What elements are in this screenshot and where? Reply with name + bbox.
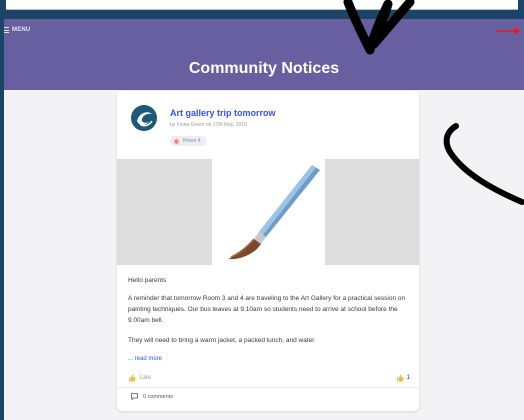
read-more-link[interactable]: ... read more [128,356,162,362]
scribble-annotation [343,0,415,55]
notice-card: Art gallery trip tomorrow by Fiona Green… [117,91,419,411]
school-logo-icon [131,105,157,131]
paintbrush-image [228,165,320,260]
post-image[interactable] [117,159,419,265]
like-button[interactable]: Like [128,374,151,382]
room-tag[interactable]: Room 4 [170,136,207,146]
scribble-annotation [443,123,524,205]
tag-label: Room 4 [183,138,201,144]
like-count: 1 [396,374,410,382]
comments-button[interactable]: 0 comments [131,393,173,400]
tag-icon [173,137,180,145]
menu-label: MENU [12,27,31,33]
like-row: Like 1 [128,374,410,382]
comments-label: 0 comments [143,393,173,400]
red-arrow-icon [495,27,521,35]
post-meta: by Fiona Green on 17th May, 2019 [170,122,247,128]
top-strip [6,0,518,10]
like-count-value: 1 [406,375,410,381]
app-window: MENU Community Notices Art gallery trip … [4,19,524,420]
divider [117,387,419,388]
comment-icon [131,393,138,400]
image-placeholder-left [117,159,212,265]
page-title: Community Notices [188,60,340,77]
hamburger-icon [4,27,9,33]
header: MENU Community Notices [4,19,524,90]
post-paragraph: They will need to bring a warm jacket, a… [128,337,315,344]
thumbs-up-icon [396,374,404,382]
post-title-link[interactable]: Art gallery trip tomorrow [170,108,276,118]
post-paragraph: A reminder that tomorrow Room 3 and 4 ar… [128,295,406,324]
thumbs-up-icon [129,374,136,382]
menu-button[interactable]: MENU [4,27,30,33]
like-label: Like [140,375,152,381]
post-greeting: Hello parents [128,277,167,284]
image-placeholder-right [325,159,419,265]
